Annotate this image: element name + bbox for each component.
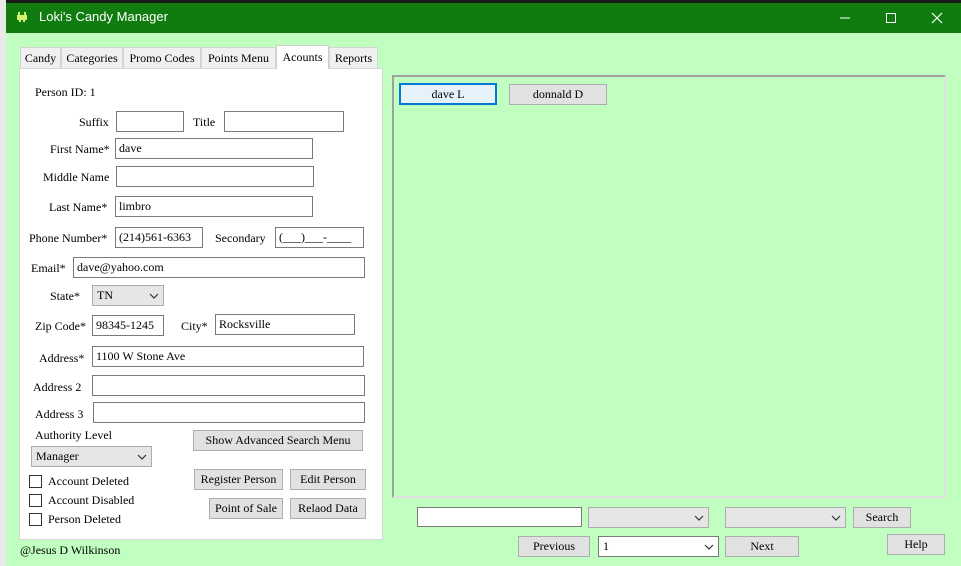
next-page-button[interactable]: Next: [725, 536, 799, 557]
person-id-label: Person ID: 1: [35, 85, 96, 99]
first-name-field[interactable]: dave: [115, 138, 313, 159]
person-deleted-checkbox[interactable]: [29, 513, 42, 526]
app-icon: [15, 10, 29, 24]
search-button[interactable]: Search: [853, 507, 911, 528]
person-result-button[interactable]: dave L: [399, 83, 497, 105]
city-label: City*: [181, 319, 208, 333]
address-2-label: Address 2: [33, 380, 82, 394]
secondary-phone-field[interactable]: (___)___-____: [275, 227, 364, 248]
state-label: State*: [50, 289, 80, 303]
register-person-button[interactable]: Register Person: [194, 469, 283, 490]
tab-categories[interactable]: Categories: [61, 47, 123, 68]
middle-name-field[interactable]: [116, 166, 314, 187]
account-disabled-label: Account Disabled: [48, 493, 135, 507]
address-2-field[interactable]: [92, 375, 365, 396]
edit-person-button[interactable]: Edit Person: [290, 469, 366, 490]
search-results-panel: [392, 75, 946, 498]
suffix-label: Suffix: [79, 115, 109, 129]
point-of-sale-button[interactable]: Point of Sale: [209, 498, 283, 519]
maximize-icon: [886, 13, 896, 23]
maximize-button[interactable]: [868, 3, 914, 33]
chevron-down-icon: [704, 544, 714, 550]
email-label: Email*: [31, 261, 66, 275]
search-filter-select-1[interactable]: [588, 507, 709, 528]
email-field[interactable]: dave@yahoo.com: [73, 257, 365, 278]
phone-number-field[interactable]: (214)561-6363: [115, 227, 203, 248]
authority-level-label: Authority Level: [35, 428, 112, 442]
reload-data-button[interactable]: Relaod Data: [290, 498, 366, 519]
window-title: Loki's Candy Manager: [39, 9, 168, 24]
zip-code-field[interactable]: 98345-1245: [92, 315, 164, 336]
tab-accounts[interactable]: Acounts: [276, 45, 329, 69]
address-3-label: Address 3: [35, 407, 84, 421]
chevron-down-icon: [137, 454, 147, 460]
page-select[interactable]: 1: [598, 536, 719, 557]
account-deleted-label: Account Deleted: [48, 474, 129, 488]
authority-level-value: Manager: [36, 449, 79, 463]
phone-number-label: Phone Number*: [29, 231, 108, 245]
minimize-icon: [840, 17, 850, 19]
middle-name-label: Middle Name: [43, 170, 110, 184]
last-name-field[interactable]: limbro: [115, 196, 313, 217]
search-filter-select-2[interactable]: [725, 507, 846, 528]
tab-points-menu[interactable]: Points Menu: [201, 47, 276, 68]
suffix-field[interactable]: [116, 111, 184, 132]
address-label: Address*: [39, 351, 85, 365]
last-name-label: Last Name*: [49, 200, 108, 214]
address-field[interactable]: 1100 W Stone Ave: [92, 346, 364, 367]
address-3-field[interactable]: [93, 402, 365, 423]
chevron-down-icon: [831, 515, 841, 521]
secondary-phone-label: Secondary: [215, 231, 266, 245]
state-select-value: TN: [97, 288, 113, 302]
close-button[interactable]: [914, 3, 960, 33]
tab-reports[interactable]: Reports: [329, 47, 378, 68]
title-field[interactable]: [224, 111, 344, 132]
account-deleted-checkbox[interactable]: [29, 475, 42, 488]
first-name-label: First Name*: [50, 142, 110, 156]
person-deleted-label: Person Deleted: [48, 512, 121, 526]
authority-level-select[interactable]: Manager: [31, 446, 152, 467]
author-credit: @Jesus D Wilkinson: [20, 543, 121, 557]
show-advanced-search-button[interactable]: Show Advanced Search Menu: [193, 430, 363, 451]
person-result-button[interactable]: donnald D: [509, 84, 607, 105]
city-field[interactable]: Rocksville: [215, 314, 355, 335]
close-icon: [931, 12, 943, 24]
help-button[interactable]: Help: [887, 534, 945, 555]
zip-code-label: Zip Code*: [35, 319, 86, 333]
account-disabled-checkbox[interactable]: [29, 494, 42, 507]
previous-page-button[interactable]: Previous: [518, 536, 590, 557]
tab-candy[interactable]: Candy: [20, 47, 61, 68]
title-label: Title: [193, 115, 216, 129]
search-text-field[interactable]: [417, 507, 582, 527]
title-bar[interactable]: Loki's Candy Manager: [6, 3, 961, 33]
chevron-down-icon: [149, 293, 159, 299]
tab-promo-codes[interactable]: Promo Codes: [123, 47, 201, 68]
minimize-button[interactable]: [822, 3, 868, 33]
state-select[interactable]: TN: [92, 285, 164, 306]
page-select-value: 1: [603, 539, 609, 553]
chevron-down-icon: [694, 515, 704, 521]
